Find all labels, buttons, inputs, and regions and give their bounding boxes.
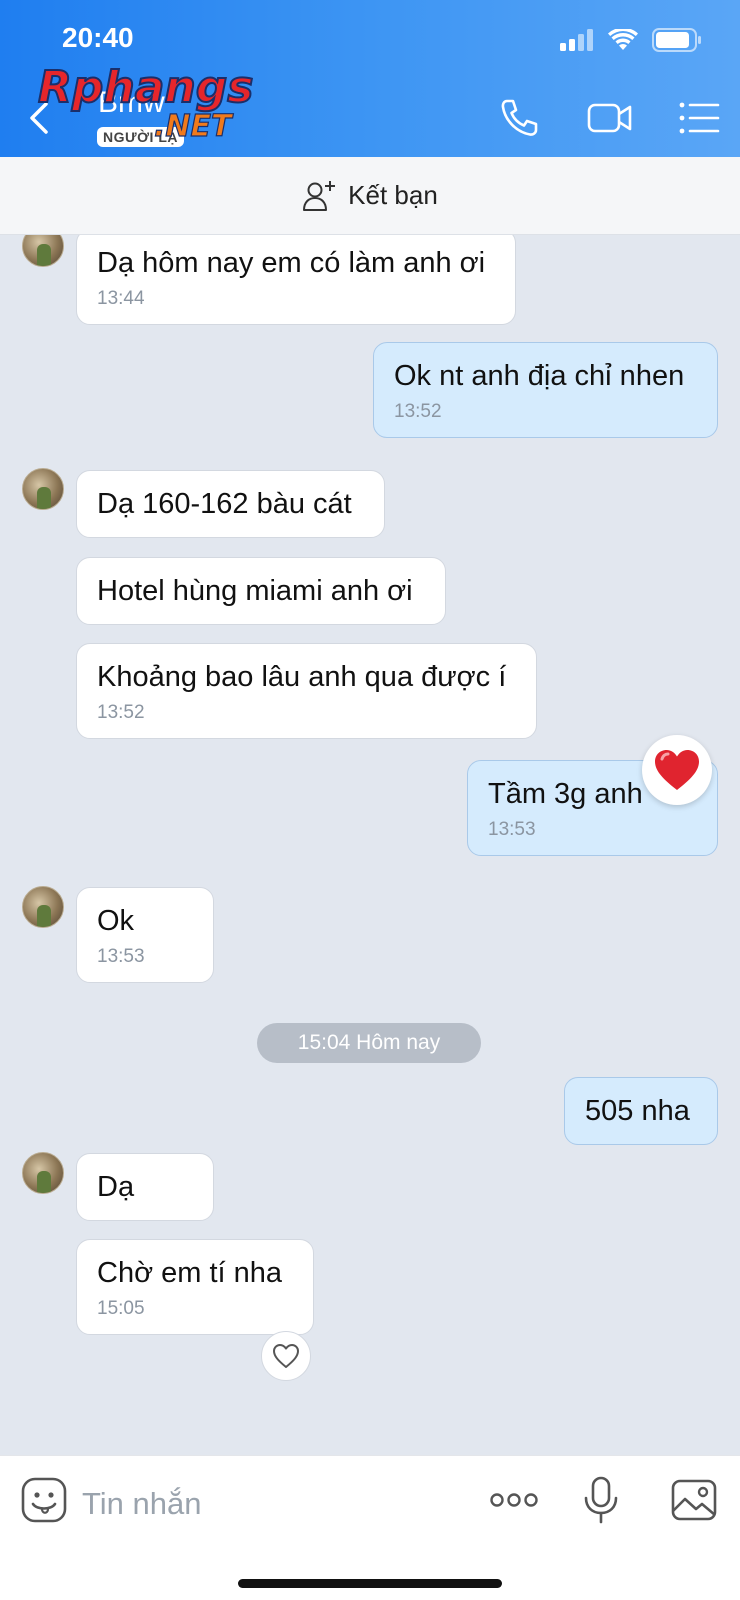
wifi-icon <box>608 29 638 50</box>
heart-reaction[interactable] <box>642 735 712 805</box>
watermark-main-text: Rphangs <box>38 62 253 113</box>
message-list[interactable]: Dạ hôm nay em có làm anh ơi 13:44 Ok nt … <box>0 235 740 1455</box>
cellular-signal-icon <box>560 29 593 51</box>
heart-icon <box>655 750 699 790</box>
contact-avatar[interactable] <box>22 468 64 510</box>
message-time: 13:52 <box>97 702 145 723</box>
incoming-message[interactable]: Ok 13:53 <box>76 887 214 983</box>
incoming-message[interactable]: Khoảng bao lâu anh qua được í 13:52 <box>76 643 537 739</box>
message-text: Dạ 160-162 bàu cát <box>97 488 352 520</box>
outgoing-message[interactable]: Ok nt anh địa chỉ nhen 13:52 <box>373 342 718 438</box>
incoming-message[interactable]: Dạ <box>76 1153 214 1221</box>
message-time: 13:53 <box>97 946 145 967</box>
incoming-message[interactable]: Hotel hùng miami anh ơi <box>76 557 446 625</box>
incoming-message[interactable]: Chờ em tí nha 15:05 <box>76 1239 314 1335</box>
status-icons <box>560 28 702 52</box>
more-options-icon[interactable] <box>488 1476 540 1524</box>
contact-avatar[interactable] <box>22 235 64 267</box>
message-text: Chờ em tí nha <box>97 1257 283 1289</box>
heart-outline-icon <box>273 1344 299 1368</box>
home-indicator[interactable] <box>238 1579 502 1588</box>
battery-icon <box>652 28 701 52</box>
message-text: 505 nha <box>585 1095 690 1127</box>
message-text: Khoảng bao lâu anh qua được í <box>97 661 507 693</box>
message-text: Hotel hùng miami anh ơi <box>97 575 413 607</box>
watermark-logo: Rphangs .NET <box>37 61 254 138</box>
outgoing-message[interactable]: 505 nha <box>564 1077 718 1145</box>
message-text: Dạ <box>97 1171 135 1203</box>
status-time: 20:40 <box>62 22 134 53</box>
add-friend-label: Kết bạn <box>348 180 438 210</box>
like-reaction-button[interactable] <box>261 1331 311 1381</box>
watermark-sub-text: .NET <box>154 109 234 138</box>
message-text: Dạ hôm nay em có làm anh ơi <box>97 247 486 279</box>
image-gallery-icon[interactable] <box>670 1476 718 1524</box>
message-text: Ok <box>97 905 135 937</box>
incoming-message[interactable]: Dạ hôm nay em có làm anh ơi 13:44 <box>76 235 516 325</box>
message-time: 13:44 <box>97 288 145 309</box>
video-call-icon[interactable] <box>586 96 634 140</box>
message-time: 13:53 <box>488 819 536 840</box>
message-time: 13:52 <box>394 401 442 422</box>
chat-header: 20:40 Bmw NGƯỜI LẠ Rphangs .NET <box>0 0 740 157</box>
emoji-sticker-icon[interactable] <box>20 1476 68 1524</box>
message-text: Ok nt anh địa chỉ nhen <box>394 360 685 392</box>
incoming-message[interactable]: Dạ 160-162 bàu cát <box>76 470 385 538</box>
microphone-icon[interactable] <box>577 1476 625 1524</box>
phone-call-icon[interactable] <box>496 96 544 140</box>
contact-avatar[interactable] <box>22 1152 64 1194</box>
message-input[interactable] <box>82 1476 462 1532</box>
date-separator: 15:04 Hôm nay <box>257 1023 481 1063</box>
contact-avatar[interactable] <box>22 886 64 928</box>
add-user-icon <box>303 180 336 211</box>
message-time: 15:05 <box>97 1298 145 1319</box>
add-friend-button[interactable]: Kết bạn <box>0 157 740 235</box>
menu-list-icon[interactable] <box>676 96 724 140</box>
